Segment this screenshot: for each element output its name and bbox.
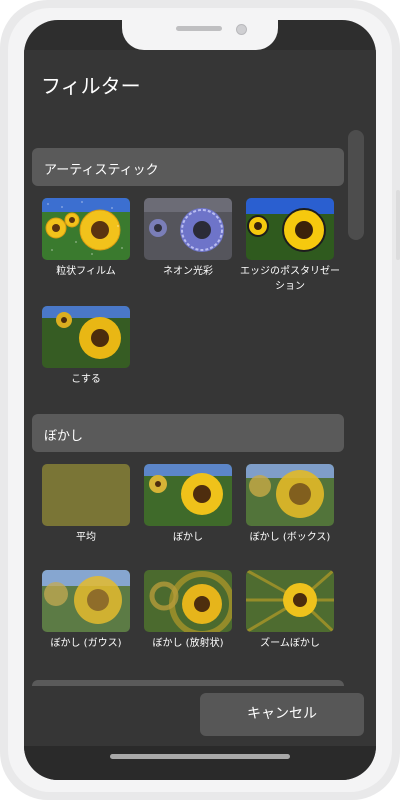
filter-label: ぼかし (放射状) (152, 638, 224, 649)
bottom-bar (24, 746, 376, 780)
notch (122, 20, 278, 50)
filter-list[interactable]: アーティスティック 粒状フィルム ネオン光彩 エッジのポスタリゼーション こする… (24, 126, 376, 686)
poster-edges-thumbnail (246, 198, 334, 260)
cancel-button[interactable]: キャンセル (200, 693, 364, 736)
neon-glow-thumbnail (144, 198, 232, 260)
filter-label: エッジのポスタリゼーション (240, 266, 340, 292)
phone-frame: フィルター アーティスティック 粒状フィルム ネオン光彩 エッジのポスタリゼーシ… (0, 0, 400, 800)
scrollbar-thumb[interactable] (348, 130, 364, 240)
zoom-blur-thumbnail (246, 570, 334, 632)
filter-label: ぼかし (173, 532, 203, 543)
filter-dialog: フィルター アーティスティック 粒状フィルム ネオン光彩 エッジのポスタリゼーシ… (24, 50, 376, 746)
average-thumbnail (42, 464, 130, 526)
grain-film-thumbnail (42, 198, 130, 260)
filter-label: ネオン光彩 (163, 266, 213, 277)
gaussian-blur-thumbnail (42, 570, 130, 632)
section-header-artistic[interactable]: アーティスティック (32, 148, 344, 186)
section-header-blur[interactable]: ぼかし (32, 414, 344, 452)
front-camera-icon (236, 24, 247, 35)
filter-label: 粒状フィルム (56, 266, 116, 277)
home-indicator[interactable] (110, 754, 290, 759)
section-header-next[interactable] (32, 680, 344, 686)
smudge-thumbnail (42, 306, 130, 368)
phone-screen: フィルター アーティスティック 粒状フィルム ネオン光彩 エッジのポスタリゼーシ… (24, 20, 376, 780)
filter-label: 平均 (76, 532, 96, 543)
side-button (396, 190, 400, 260)
filter-label: ズームぼかし (260, 638, 320, 649)
box-blur-thumbnail (246, 464, 334, 526)
filter-label: ぼかし (ガウス) (50, 638, 122, 649)
dialog-title: フィルター (41, 74, 141, 98)
radial-blur-thumbnail (144, 570, 232, 632)
filter-label: こする (71, 374, 101, 385)
blur-thumbnail (144, 464, 232, 526)
filter-label: ぼかし (ボックス) (249, 532, 331, 543)
speaker-icon (176, 26, 222, 31)
